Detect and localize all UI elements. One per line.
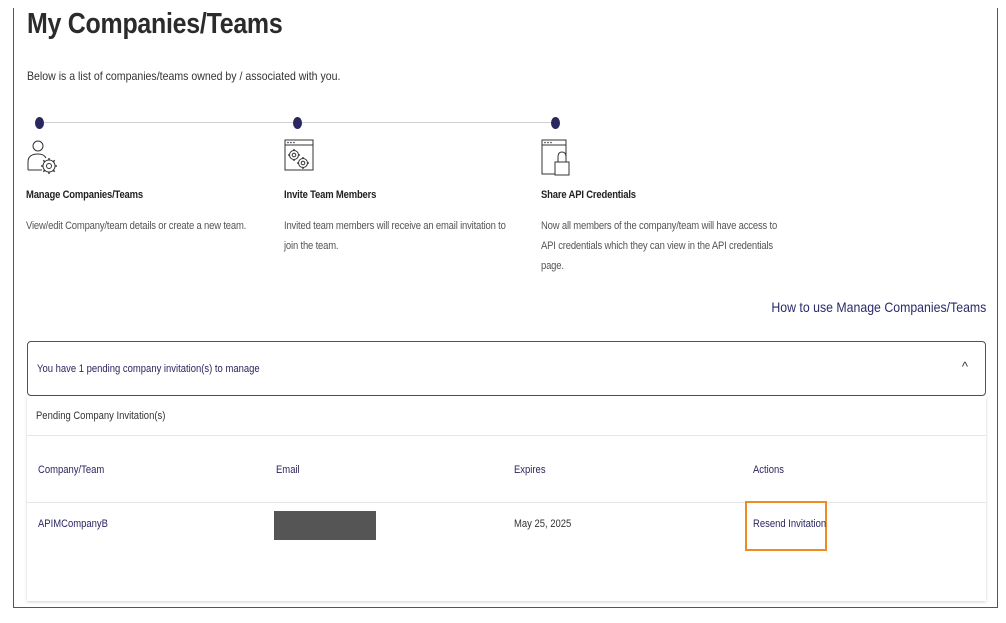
column-header-actions: Actions: [753, 464, 785, 476]
column-header-expires: Expires: [514, 464, 546, 476]
chevron-up-icon[interactable]: ^: [962, 359, 968, 374]
step-dot-2: [293, 117, 302, 129]
step-title-manage: Manage Companies/Teams: [26, 189, 143, 201]
browser-gear-icon: [284, 139, 314, 171]
pending-invitations-panel: Pending Company Invitation(s) Company/Te…: [27, 396, 986, 601]
accordion-summary: You have 1 pending company invitation(s)…: [37, 363, 260, 375]
panel-header: Pending Company Invitation(s): [27, 396, 986, 436]
how-to-use-link[interactable]: How to use Manage Companies/Teams: [771, 299, 986, 315]
step-description-share: Now all members of the company/team will…: [541, 220, 778, 272]
table-divider: [27, 502, 986, 503]
step-description-invite: Invited team members will receive an ema…: [284, 220, 506, 252]
step-dot-3: [551, 117, 560, 129]
step-title-invite: Invite Team Members: [284, 189, 377, 201]
cell-company: APIMCompanyB: [38, 518, 108, 530]
column-header-company: Company/Team: [38, 464, 105, 476]
panel-header-title: Pending Company Invitation(s): [36, 410, 166, 422]
resend-invitation-link[interactable]: Resend Invitation: [753, 518, 826, 530]
cell-expires: May 25, 2025: [514, 518, 572, 530]
page-subtitle: Below is a list of companies/teams owned…: [27, 69, 341, 83]
page-title: My Companies/Teams: [27, 8, 283, 40]
step-title-share: Share API Credentials: [541, 189, 636, 201]
column-header-email: Email: [276, 464, 300, 476]
step-dot-1: [35, 117, 44, 129]
step-description-manage: View/edit Company/team details or create…: [26, 220, 247, 232]
redacted-email-block: [274, 511, 376, 540]
browser-lock-icon: [541, 139, 570, 176]
pending-invitations-accordion[interactable]: You have 1 pending company invitation(s)…: [27, 341, 986, 396]
user-gear-icon: [27, 140, 57, 174]
